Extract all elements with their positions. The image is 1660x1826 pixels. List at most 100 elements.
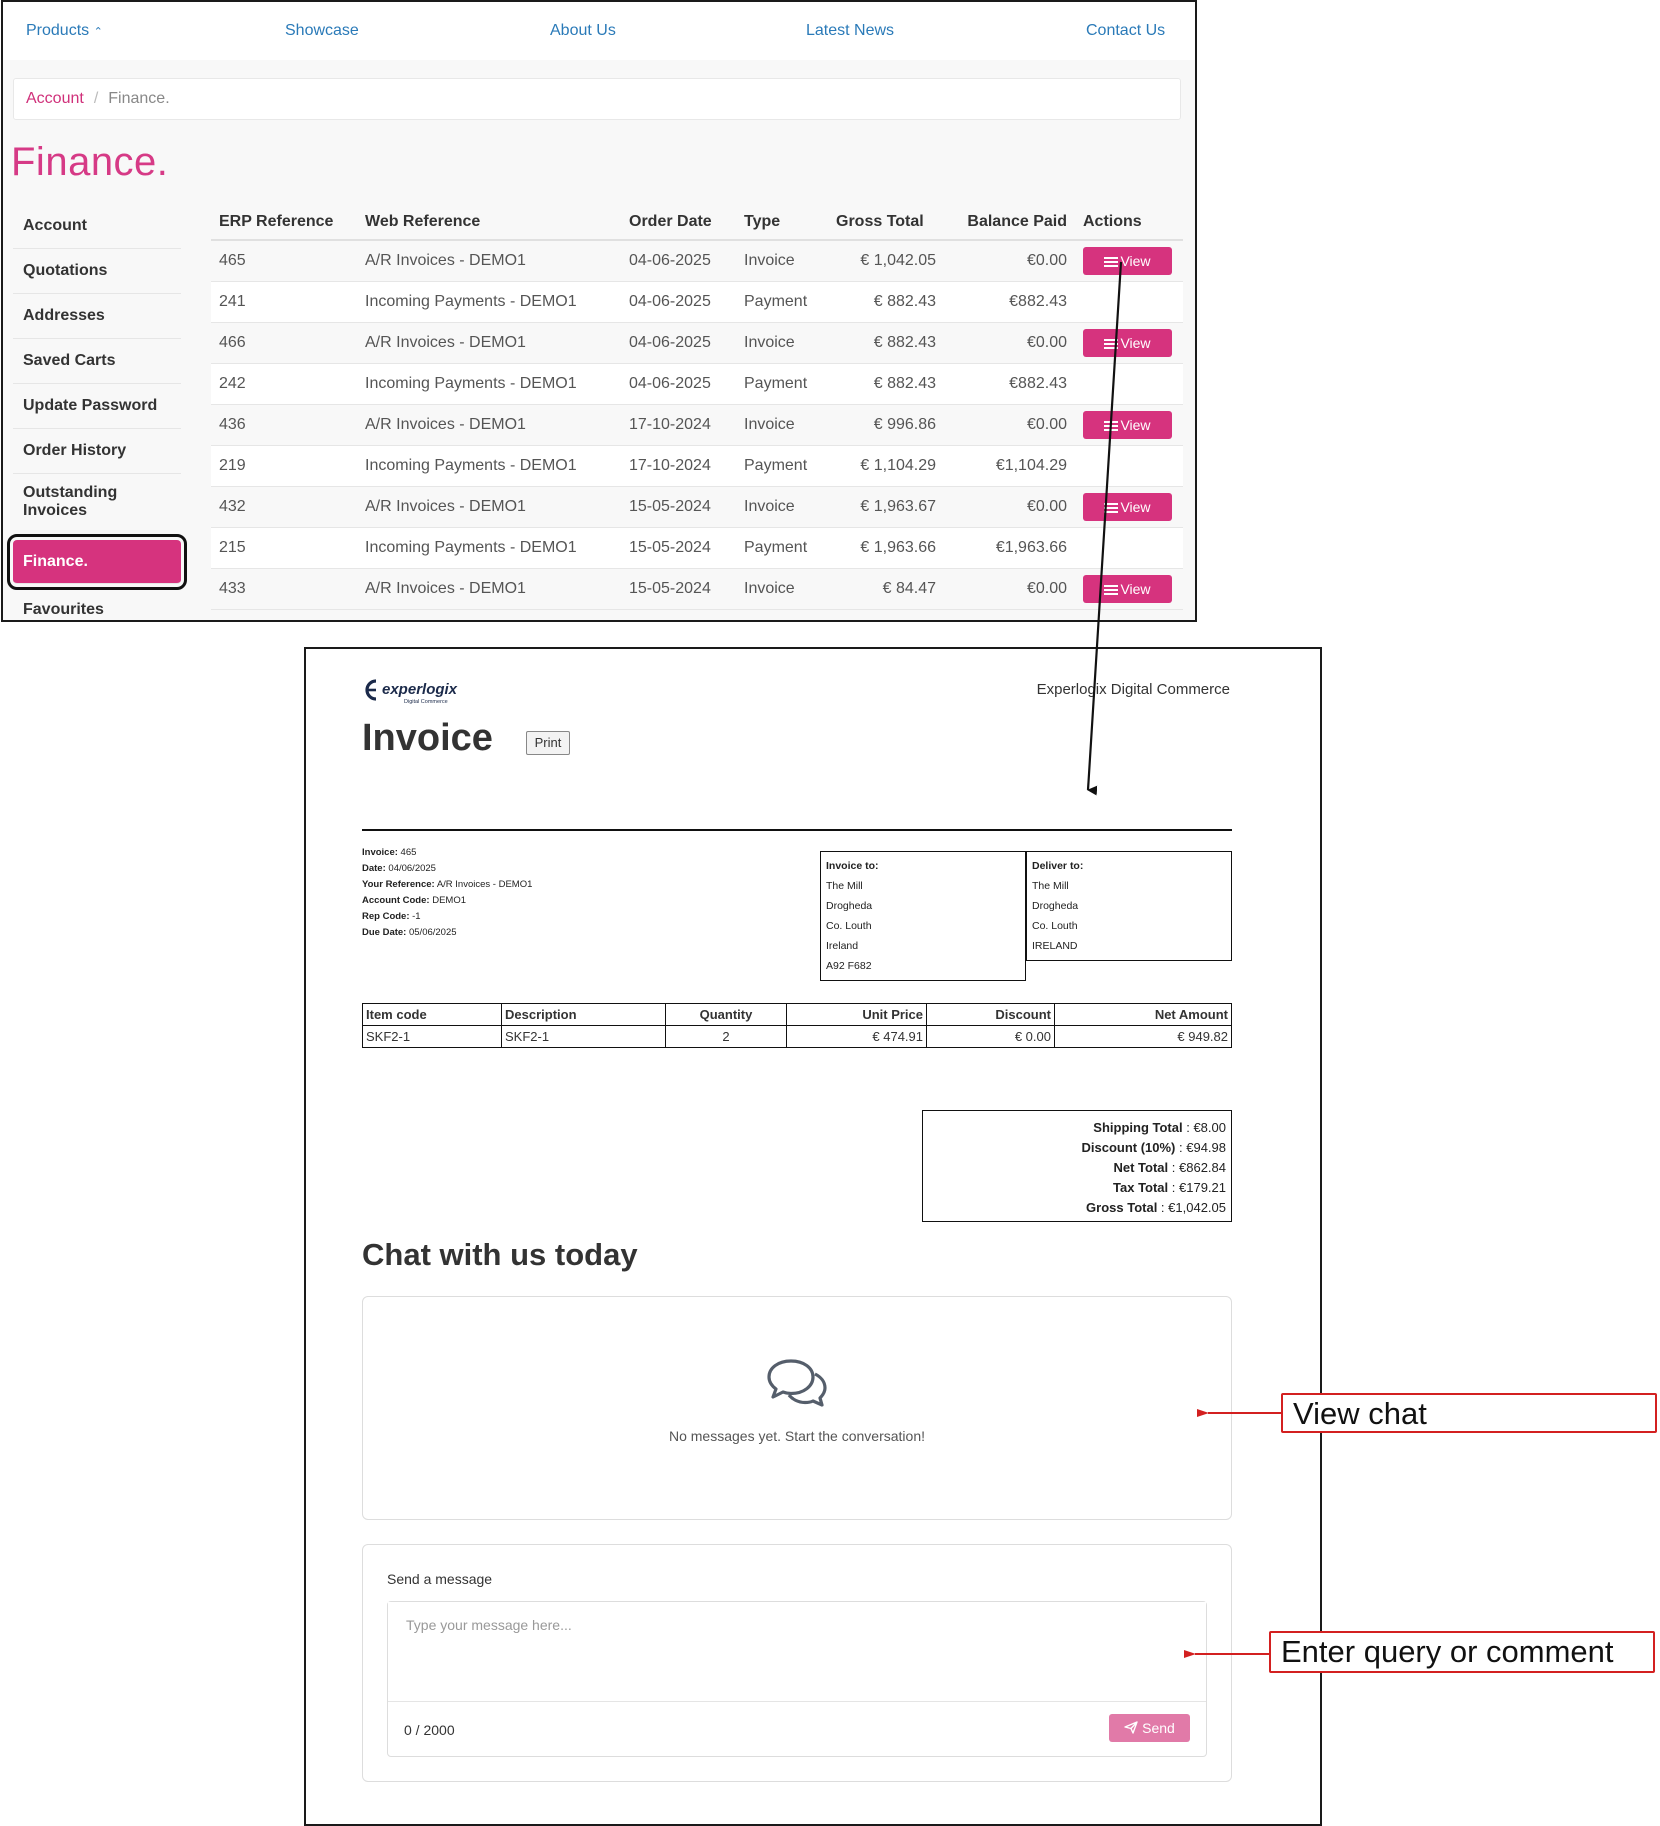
invoice-details: Invoice: 465 Date: 04/06/2025 Your Referen…: [362, 845, 532, 941]
message-composer: 0 / 2000 Send: [387, 1601, 1207, 1757]
sidebar-item-saved-carts[interactable]: Saved Carts: [13, 339, 181, 384]
view-button-label: View: [1120, 580, 1151, 597]
col-net-amount: Net Amount: [1054, 1003, 1232, 1026]
detail-label: Account Code:: [362, 895, 430, 906]
finance-table: ERP Reference Web Reference Order Date T…: [211, 204, 1183, 610]
total-label: Gross Total: [1086, 1200, 1158, 1215]
detail-value: 04/06/2025: [388, 863, 436, 874]
page-title: Finance.: [11, 140, 169, 184]
view-invoice-button[interactable]: View: [1083, 246, 1172, 275]
view-invoice-button[interactable]: View: [1083, 492, 1172, 521]
total-line: Discount (10%) : €94.98: [1081, 1140, 1226, 1155]
total-line: Gross Total : €1,042.05: [1086, 1200, 1226, 1215]
balance-paid-cell: €0.00: [944, 322, 1075, 364]
col-balance-paid: Balance Paid: [944, 204, 1075, 241]
total-line: Net Total : €862.84: [1113, 1160, 1227, 1175]
list-icon: [1104, 584, 1119, 595]
send-message-panel: Send a message 0 / 2000 Send: [362, 1544, 1232, 1782]
invoice-detail-line: Account Code: DEMO1: [362, 893, 532, 909]
account-sidebar: Account Quotations Addresses Saved Carts…: [7, 204, 187, 620]
sidebar-item-favourites[interactable]: Favourites: [13, 588, 181, 620]
address-line: Drogheda: [1032, 900, 1079, 912]
balance-paid-cell: €1,104.29: [944, 445, 1075, 487]
deliver-to-heading: Deliver to:: [1032, 860, 1084, 872]
gross-total-cell: € 84.47: [828, 568, 944, 610]
erp-reference-cell: 219: [211, 445, 357, 487]
breadcrumb-account-link[interactable]: Account: [26, 90, 84, 107]
col-item-code: Item code: [362, 1003, 502, 1026]
address-line: A92 F682: [826, 960, 872, 972]
gross-total-cell: € 1,963.67: [828, 486, 944, 528]
message-input[interactable]: [388, 1602, 1206, 1702]
sidebar-item-outstanding-invoices[interactable]: Outstanding Invoices: [13, 474, 181, 536]
gross-total-cell: € 882.43: [828, 281, 944, 323]
type-cell: Invoice: [736, 322, 828, 364]
view-invoice-button[interactable]: View: [1083, 574, 1172, 603]
address-line: Ireland: [826, 940, 859, 952]
sidebar-item-account[interactable]: Account: [13, 204, 181, 249]
table-row: 219 Incoming Payments - DEMO1 17-10-2024 Pa…: [211, 445, 1183, 487]
gross-total-cell: € 1,104.29: [828, 445, 944, 487]
col-actions: Actions: [1075, 204, 1183, 241]
address-line: Co. Louth: [1032, 920, 1078, 932]
print-button[interactable]: Print: [526, 731, 570, 755]
web-reference-cell: A/R Invoices - DEMO1: [357, 322, 621, 364]
top-navigation: Products ⌃ Showcase About Us Latest News…: [3, 2, 1195, 60]
table-header-row: ERP Reference Web Reference Order Date T…: [211, 204, 1183, 241]
table-row: 432 A/R Invoices - DEMO1 15-05-2024 Invoice…: [211, 486, 1183, 528]
balance-paid-cell: €882.43: [944, 281, 1075, 323]
erp-reference-cell: 432: [211, 486, 357, 528]
character-counter: 0 / 2000: [404, 1722, 455, 1738]
send-button[interactable]: Send: [1109, 1714, 1190, 1742]
gross-total-cell: € 1,963.66: [828, 527, 944, 569]
nav-contact-us[interactable]: Contact Us: [1086, 22, 1165, 40]
detail-value: -1: [412, 911, 421, 922]
order-date-cell: 04-06-2025: [621, 240, 736, 282]
nav-showcase[interactable]: Showcase: [285, 22, 359, 40]
nav-about-us[interactable]: About Us: [550, 22, 616, 40]
address-line: The Mill: [826, 880, 863, 892]
breadcrumb-separator: /: [93, 90, 99, 107]
order-date-cell: 15-05-2024: [621, 486, 736, 528]
actions-cell: [1075, 527, 1183, 569]
balance-paid-cell: €0.00: [944, 404, 1075, 446]
gross-total-cell: € 996.86: [828, 404, 944, 446]
sidebar-item-quotations[interactable]: Quotations: [13, 249, 181, 294]
balance-paid-cell: €0.00: [944, 240, 1075, 282]
actions-cell: View: [1075, 486, 1183, 528]
paper-plane-icon: [1124, 1721, 1138, 1734]
view-button-label: View: [1120, 252, 1151, 269]
view-invoice-button[interactable]: View: [1083, 410, 1172, 439]
view-invoice-button[interactable]: View: [1083, 328, 1172, 357]
list-icon: [1104, 256, 1119, 267]
address-line: IRELAND: [1032, 940, 1078, 952]
address-line: Co. Louth: [826, 920, 872, 932]
sidebar-item-finance[interactable]: Finance.: [7, 534, 187, 590]
net-amount-cell: € 949.82: [1054, 1025, 1232, 1048]
total-label: Shipping Total: [1093, 1120, 1183, 1135]
address-line: Drogheda: [826, 900, 873, 912]
balance-paid-cell: €0.00: [944, 568, 1075, 610]
nav-latest-news[interactable]: Latest News: [806, 22, 894, 40]
logo-wordmark: experlogix: [382, 681, 458, 698]
list-icon: [1104, 502, 1119, 513]
sidebar-item-update-password[interactable]: Update Password: [13, 384, 181, 429]
sidebar-item-order-history[interactable]: Order History: [13, 429, 181, 474]
web-reference-cell: A/R Invoices - DEMO1: [357, 568, 621, 610]
gross-total-cell: € 882.43: [828, 363, 944, 405]
erp-reference-cell: 466: [211, 322, 357, 364]
type-cell: Invoice: [736, 486, 828, 528]
order-date-cell: 17-10-2024: [621, 445, 736, 487]
col-gross-total: Gross Total: [828, 204, 944, 241]
type-cell: Payment: [736, 445, 828, 487]
col-description: Description: [501, 1003, 666, 1026]
table-row: 436 A/R Invoices - DEMO1 17-10-2024 Invoice…: [211, 404, 1183, 446]
type-cell: Payment: [736, 527, 828, 569]
total-value: €8.00: [1193, 1120, 1226, 1135]
col-unit-price: Unit Price: [786, 1003, 927, 1026]
nav-products[interactable]: Products ⌃: [26, 22, 103, 40]
total-label: Discount (10%): [1081, 1140, 1176, 1155]
total-line: Shipping Total : €8.00: [1093, 1120, 1226, 1135]
sidebar-item-addresses[interactable]: Addresses: [13, 294, 181, 339]
order-date-cell: 04-06-2025: [621, 281, 736, 323]
